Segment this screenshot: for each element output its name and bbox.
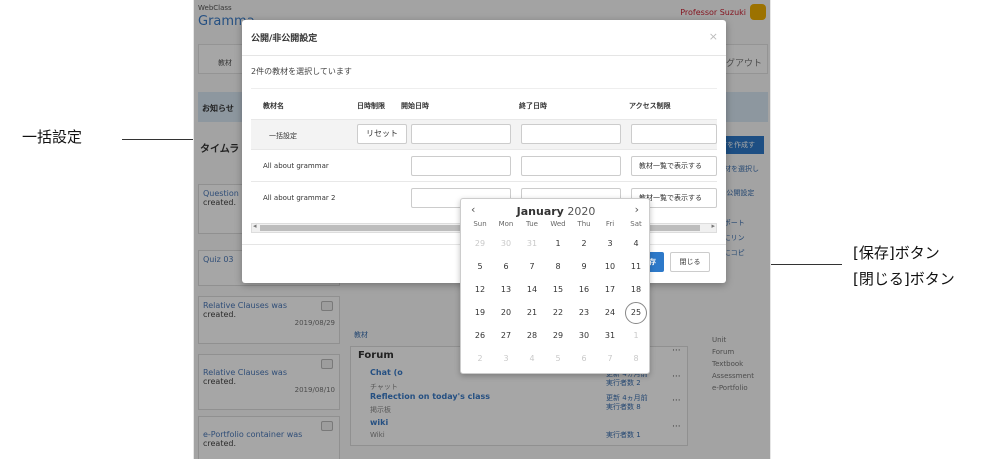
calendar-day[interactable]: 30 [493,233,519,255]
calendar-day[interactable]: 16 [571,279,597,301]
calendar-day[interactable]: 23 [571,302,597,324]
reset-button[interactable]: リセット [357,124,407,144]
calendar-day[interactable]: 9 [571,256,597,278]
calendar-day[interactable]: 2 [467,348,493,370]
datepicker: ‹ January 2020 › Sun Mon Tue Wed Thu Fri Sat 29… [460,198,650,374]
calendar-day[interactable]: 24 [597,302,623,324]
calendar-day[interactable]: 29 [545,325,571,347]
calendar-day[interactable]: 1 [623,325,649,347]
calendar-day[interactable]: 6 [571,348,597,370]
scroll-right-icon[interactable]: ▸ [711,222,715,230]
weekday-label: Sun [473,220,487,228]
calendar-day[interactable]: 12 [467,279,493,301]
calendar-day[interactable]: 25 [625,302,647,324]
calendar-day[interactable]: 27 [493,325,519,347]
calendar-day[interactable]: 3 [493,348,519,370]
calendar-day[interactable]: 19 [467,302,493,324]
weekday-label: Tue [526,220,538,228]
calendar-day[interactable]: 7 [597,348,623,370]
weekday-label: Wed [550,220,566,228]
column-header: 終了日時 [519,102,547,110]
annotation-save-button: [保存]ボタン [853,244,940,262]
row-divider [251,119,717,120]
annotation-bulk-setting: 一括設定 [22,128,83,146]
calendar-day[interactable]: 7 [519,256,545,278]
weekday-label: Fri [605,220,615,228]
start-date-input[interactable] [411,156,511,176]
calendar-day[interactable]: 2 [571,233,597,255]
calendar-day[interactable]: 31 [597,325,623,347]
calendar-day[interactable]: 15 [545,279,571,301]
weekday-label: Mon [498,220,514,228]
calendar-day[interactable]: 3 [597,233,623,255]
calendar-day[interactable]: 14 [519,279,545,301]
datepicker-title: January 2020 [461,205,651,218]
column-header: アクセス制限 [629,102,671,110]
calendar-day[interactable]: 20 [493,302,519,324]
close-icon[interactable]: × [709,30,718,43]
datepicker-year: 2020 [567,205,596,218]
end-date-input[interactable] [521,156,621,176]
calendar-day[interactable]: 8 [545,256,571,278]
dialog-header: 公開/非公開設定 × [242,20,726,56]
column-header: 開始日時 [401,102,429,110]
screenshot-frame: WebClass Gramma Professor Suzuki 教材 グアウト… [193,0,771,459]
weekday-label: Sat [630,220,642,228]
calendar-day[interactable]: 11 [623,256,649,278]
calendar-day[interactable]: 6 [493,256,519,278]
calendar-day[interactable]: 17 [597,279,623,301]
next-month-icon[interactable]: › [635,203,639,216]
calendar-day[interactable]: 28 [519,325,545,347]
material-name: All about grammar 2 [263,194,336,202]
calendar-day[interactable]: 26 [467,325,493,347]
calendar-day[interactable]: 18 [623,279,649,301]
datepicker-month: January [516,205,564,218]
selection-info: 2件の教材を選択しています [251,67,352,76]
calendar-day[interactable]: 29 [467,233,493,255]
calendar-day[interactable]: 31 [519,233,545,255]
calendar-day[interactable]: 5 [467,256,493,278]
calendar-day[interactable]: 10 [597,256,623,278]
access-select[interactable]: 教材一覧で表示する [631,156,717,176]
calendar-day[interactable]: 4 [519,348,545,370]
calendar-day[interactable]: 30 [571,325,597,347]
column-header: 日時制限 [357,102,385,110]
calendar-day[interactable]: 22 [545,302,571,324]
row-divider [251,149,717,150]
calendar-day[interactable]: 4 [623,233,649,255]
calendar-day[interactable]: 8 [623,348,649,370]
material-name: All about grammar [263,162,329,170]
page-root: 一括設定 [保存]ボタン [閉じる]ボタン WebClass Gramma Pr… [0,0,994,459]
calendar-day[interactable]: 5 [545,348,571,370]
calendar-day[interactable]: 21 [519,302,545,324]
row-divider [251,181,717,182]
visibility-settings-dialog: 公開/非公開設定 × 2件の教材を選択しています 教材名 日時制限 開始日時 終… [242,20,726,374]
scroll-left-icon[interactable]: ◂ [253,222,257,230]
bulk-start-date-input[interactable] [411,124,511,144]
bulk-access-select[interactable] [631,124,717,144]
calendar-day[interactable]: 13 [493,279,519,301]
calendar-day[interactable]: 1 [545,233,571,255]
dialog-title: 公開/非公開設定 [251,34,318,44]
bulk-row-label: 一括設定 [269,132,297,140]
weekday-label: Thu [577,220,591,228]
bulk-end-date-input[interactable] [521,124,621,144]
close-button[interactable]: 閉じる [670,252,710,272]
column-header: 教材名 [263,102,284,110]
annotation-close-button: [閉じる]ボタン [853,270,955,288]
